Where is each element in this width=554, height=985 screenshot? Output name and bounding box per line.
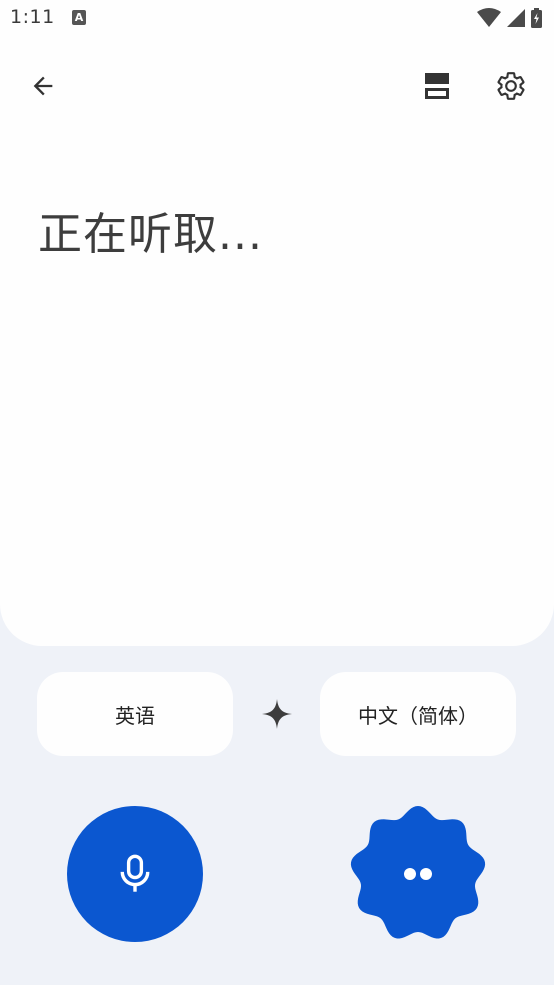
- top-app-bar: [0, 60, 554, 116]
- notification-icon: A: [72, 10, 86, 25]
- gear-icon: [497, 72, 525, 100]
- arrow-back-icon: [33, 76, 53, 96]
- back-button[interactable]: [21, 64, 65, 108]
- source-language-label: 英语: [115, 703, 155, 728]
- status-time: 1:11: [10, 6, 55, 28]
- status-bar: 1:11 A: [0, 0, 554, 38]
- left-dot: [404, 868, 416, 880]
- signal-icon: [507, 9, 525, 27]
- source-language-button[interactable]: 英语: [37, 672, 233, 756]
- target-language-label: 中文（简体）: [358, 703, 478, 728]
- settings-button[interactable]: [489, 64, 533, 108]
- scallop-shape: [350, 806, 486, 939]
- status-icons: [477, 8, 542, 28]
- battery-charging-icon: [531, 8, 542, 28]
- sparkle-icon: [262, 699, 292, 729]
- target-language-button[interactable]: 中文（简体）: [320, 672, 516, 756]
- microphone-icon: [120, 854, 150, 892]
- split-layout-icon: [425, 73, 449, 99]
- conversation-mode-button[interactable]: [348, 804, 488, 944]
- layout-toggle-button[interactable]: [415, 64, 459, 108]
- listening-status: 正在听取...: [38, 209, 263, 260]
- right-dot: [420, 868, 432, 880]
- wifi-icon: [477, 8, 501, 27]
- microphone-button[interactable]: [67, 806, 203, 942]
